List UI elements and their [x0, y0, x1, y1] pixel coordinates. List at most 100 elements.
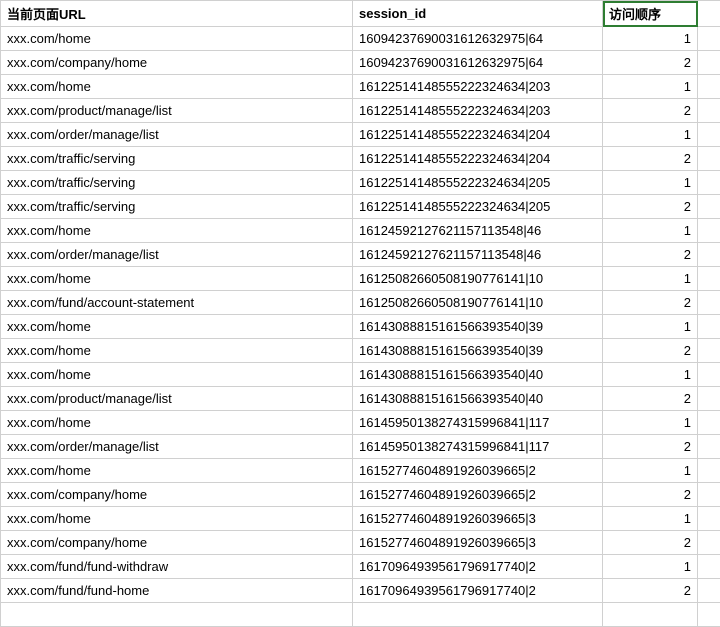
- cell-empty[interactable]: [698, 267, 720, 291]
- cell-session-id[interactable]: 16122514148555222324634|205: [353, 171, 603, 195]
- cell-empty[interactable]: [698, 171, 720, 195]
- table-row[interactable]: xxx.com/fund/account-statement1612508266…: [1, 291, 720, 315]
- cell-url[interactable]: xxx.com/home: [1, 363, 353, 387]
- cell-empty[interactable]: [698, 459, 720, 483]
- cell-empty[interactable]: [698, 75, 720, 99]
- cell-url[interactable]: xxx.com/home: [1, 75, 353, 99]
- cell-visit-order[interactable]: 1: [603, 27, 698, 51]
- cell-url[interactable]: xxx.com/home: [1, 507, 353, 531]
- cell-empty[interactable]: [698, 555, 720, 579]
- cell-empty[interactable]: [698, 291, 720, 315]
- cell-visit-order[interactable]: 2: [603, 579, 698, 603]
- cell-empty[interactable]: [698, 387, 720, 411]
- cell-session-id[interactable]: 16152774604891926039665|2: [353, 459, 603, 483]
- cell-url[interactable]: xxx.com/traffic/serving: [1, 171, 353, 195]
- cell-url[interactable]: xxx.com/traffic/serving: [1, 195, 353, 219]
- table-row[interactable]: xxx.com/home16122514148555222324634|2031: [1, 75, 720, 99]
- table-row[interactable]: xxx.com/home16143088815161566393540|401: [1, 363, 720, 387]
- cell-url[interactable]: xxx.com/product/manage/list: [1, 99, 353, 123]
- cell-session-id[interactable]: 16152774604891926039665|2: [353, 483, 603, 507]
- cell-url[interactable]: xxx.com/company/home: [1, 483, 353, 507]
- cell-session-id[interactable]: 16122514148555222324634|203: [353, 99, 603, 123]
- table-row[interactable]: xxx.com/company/home16152774604891926039…: [1, 531, 720, 555]
- cell-empty[interactable]: [698, 147, 720, 171]
- table-row[interactable]: xxx.com/order/manage/list161225141485552…: [1, 123, 720, 147]
- cell-session-id[interactable]: 16122514148555222324634|204: [353, 123, 603, 147]
- cell-visit-order[interactable]: 2: [603, 51, 698, 75]
- cell-empty[interactable]: [698, 483, 720, 507]
- cell-session-id[interactable]: 16143088815161566393540|39: [353, 315, 603, 339]
- col-header-url[interactable]: 当前页面URL: [1, 1, 353, 27]
- cell-empty[interactable]: [698, 603, 720, 627]
- cell-url[interactable]: xxx.com/fund/account-statement: [1, 291, 353, 315]
- cell-empty[interactable]: [1, 603, 353, 627]
- cell-url[interactable]: xxx.com/traffic/serving: [1, 147, 353, 171]
- table-row[interactable]: xxx.com/traffic/serving16122514148555222…: [1, 147, 720, 171]
- data-table[interactable]: 当前页面URL session_id 访问顺序 xxx.com/home1609…: [0, 0, 720, 627]
- table-row[interactable]: xxx.com/home16145950138274315996841|1171: [1, 411, 720, 435]
- cell-visit-order[interactable]: 2: [603, 195, 698, 219]
- table-row[interactable]: xxx.com/traffic/serving16122514148555222…: [1, 195, 720, 219]
- table-row[interactable]: xxx.com/company/home16152774604891926039…: [1, 483, 720, 507]
- cell-empty[interactable]: [698, 99, 720, 123]
- cell-session-id[interactable]: 16143088815161566393540|39: [353, 339, 603, 363]
- cell-empty[interactable]: [698, 339, 720, 363]
- cell-empty[interactable]: [698, 195, 720, 219]
- cell-session-id[interactable]: 16170964939561796917740|2: [353, 579, 603, 603]
- table-row[interactable]: xxx.com/traffic/serving16122514148555222…: [1, 171, 720, 195]
- table-row[interactable]: xxx.com/order/manage/list161459501382743…: [1, 435, 720, 459]
- cell-visit-order[interactable]: 1: [603, 171, 698, 195]
- cell-visit-order[interactable]: 2: [603, 243, 698, 267]
- cell-session-id[interactable]: 16124592127621157113548|46: [353, 219, 603, 243]
- cell-empty[interactable]: [698, 435, 720, 459]
- cell-url[interactable]: xxx.com/home: [1, 339, 353, 363]
- cell-empty[interactable]: [698, 315, 720, 339]
- table-row[interactable]: xxx.com/order/manage/list161245921276211…: [1, 243, 720, 267]
- cell-empty[interactable]: [698, 579, 720, 603]
- table-row[interactable]: xxx.com/home16143088815161566393540|392: [1, 339, 720, 363]
- cell-url[interactable]: xxx.com/order/manage/list: [1, 243, 353, 267]
- cell-visit-order[interactable]: 2: [603, 483, 698, 507]
- cell-visit-order[interactable]: 1: [603, 555, 698, 579]
- cell-empty[interactable]: [698, 363, 720, 387]
- col-header-session-id[interactable]: session_id: [353, 1, 603, 27]
- cell-visit-order[interactable]: 2: [603, 531, 698, 555]
- cell-visit-order[interactable]: 1: [603, 507, 698, 531]
- cell-empty[interactable]: [698, 51, 720, 75]
- table-row[interactable]: xxx.com/fund/fund-withdraw16170964939561…: [1, 555, 720, 579]
- table-row[interactable]: [1, 603, 720, 627]
- cell-url[interactable]: xxx.com/company/home: [1, 51, 353, 75]
- cell-url[interactable]: xxx.com/home: [1, 27, 353, 51]
- cell-visit-order[interactable]: 2: [603, 339, 698, 363]
- table-row[interactable]: xxx.com/home16152774604891926039665|21: [1, 459, 720, 483]
- cell-session-id[interactable]: 16145950138274315996841|117: [353, 435, 603, 459]
- cell-empty[interactable]: [698, 411, 720, 435]
- cell-session-id[interactable]: 16143088815161566393540|40: [353, 387, 603, 411]
- cell-url[interactable]: xxx.com/company/home: [1, 531, 353, 555]
- cell-url[interactable]: xxx.com/home: [1, 315, 353, 339]
- cell-session-id[interactable]: 16122514148555222324634|205: [353, 195, 603, 219]
- cell-empty[interactable]: [698, 27, 720, 51]
- table-row[interactable]: xxx.com/home16124592127621157113548|461: [1, 219, 720, 243]
- cell-visit-order[interactable]: 1: [603, 315, 698, 339]
- cell-url[interactable]: xxx.com/home: [1, 459, 353, 483]
- cell-url[interactable]: xxx.com/order/manage/list: [1, 435, 353, 459]
- cell-empty[interactable]: [698, 219, 720, 243]
- cell-visit-order[interactable]: 2: [603, 291, 698, 315]
- cell-visit-order[interactable]: 2: [603, 99, 698, 123]
- cell-session-id[interactable]: 16124592127621157113548|46: [353, 243, 603, 267]
- table-row[interactable]: xxx.com/home16094237690031612632975|641: [1, 27, 720, 51]
- cell-url[interactable]: xxx.com/fund/fund-home: [1, 579, 353, 603]
- cell-session-id[interactable]: 16125082660508190776141|10: [353, 291, 603, 315]
- cell-empty[interactable]: [698, 243, 720, 267]
- cell-url[interactable]: xxx.com/home: [1, 411, 353, 435]
- cell-empty[interactable]: [353, 603, 603, 627]
- cell-visit-order[interactable]: 1: [603, 123, 698, 147]
- cell-url[interactable]: xxx.com/home: [1, 219, 353, 243]
- cell-session-id[interactable]: 16143088815161566393540|40: [353, 363, 603, 387]
- cell-url[interactable]: xxx.com/order/manage/list: [1, 123, 353, 147]
- table-row[interactable]: xxx.com/home16125082660508190776141|101: [1, 267, 720, 291]
- cell-visit-order[interactable]: 1: [603, 363, 698, 387]
- cell-url[interactable]: xxx.com/home: [1, 267, 353, 291]
- table-row[interactable]: xxx.com/product/manage/list1612251414855…: [1, 99, 720, 123]
